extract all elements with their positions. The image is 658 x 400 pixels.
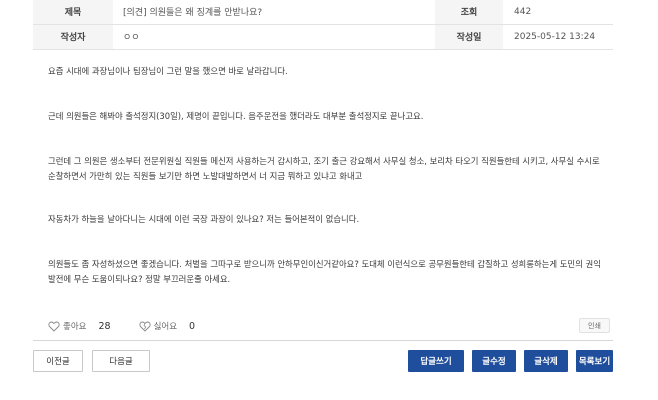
- dislike-label: 싫어요: [153, 322, 178, 332]
- post-title: [의견] 의원들은 왜 징계를 안받나요?: [113, 0, 435, 25]
- delete-button[interactable]: 글삭제: [524, 350, 568, 372]
- edit-button[interactable]: 글수정: [472, 350, 516, 372]
- views-label: 조회: [435, 0, 503, 25]
- post-view: 제목 [의견] 의원들은 왜 징계를 안받나요? 조회 442 작성자 ㅇㅇ 작…: [33, 0, 613, 400]
- views-count: 442: [503, 0, 613, 25]
- post-paragraph: 의원들도 좀 자성하셨으면 좋겠습니다. 처벌을 그따구로 받으니까 안하무인이…: [48, 259, 601, 284]
- post-paragraph: 자동차가 하늘을 날아다니는 시대에 이런 국장 과장이 있나요? 저는 들어본…: [48, 214, 360, 224]
- author-name: ㅇㅇ: [113, 24, 435, 50]
- like-count: 28: [98, 320, 111, 332]
- post-paragraph: 요즘 시대에 과장님이나 팀장님이 그런 말을 했으면 바로 날라갑니다.: [48, 66, 288, 76]
- post-paragraph: 그런데 그 의원은 생소부터 전문위원실 직원들 메신저 사용하는거 감시하고,…: [48, 156, 600, 181]
- broken-heart-icon: [138, 321, 151, 332]
- reply-button[interactable]: 답글쓰기: [408, 350, 464, 372]
- author-label: 작성자: [33, 24, 113, 50]
- post-meta-table: 제목 [의견] 의원들은 왜 징계를 안받나요? 조회 442 작성자 ㅇㅇ 작…: [33, 0, 613, 50]
- divider: [33, 340, 613, 341]
- like-label: 좋아요: [63, 322, 87, 332]
- meta-row-author: 작성자 ㅇㅇ 작성일 2025-05-12 13:24: [33, 24, 613, 50]
- list-button[interactable]: 목록보기: [576, 350, 613, 372]
- print-button[interactable]: 인쇄: [579, 318, 610, 333]
- next-post-button[interactable]: 다음글: [92, 350, 150, 372]
- dislike-count: 0: [189, 320, 196, 332]
- prev-post-button[interactable]: 이전글: [33, 350, 83, 372]
- reactions-bar: 좋아요 28 싫어요 0: [48, 318, 223, 334]
- post-date: 2025-05-12 13:24: [503, 24, 613, 50]
- heart-icon: [48, 321, 60, 332]
- post-paragraph: 근데 의원들은 해봐야 출석정지(30일), 제명이 끝입니다. 음주운전을 했…: [48, 111, 424, 121]
- title-label: 제목: [33, 0, 113, 25]
- date-label: 작성일: [435, 24, 503, 50]
- meta-row-title: 제목 [의견] 의원들은 왜 징계를 안받나요? 조회 442: [33, 0, 613, 25]
- dislike-button[interactable]: 싫어요 0: [138, 320, 196, 332]
- like-button[interactable]: 좋아요 28: [48, 320, 111, 332]
